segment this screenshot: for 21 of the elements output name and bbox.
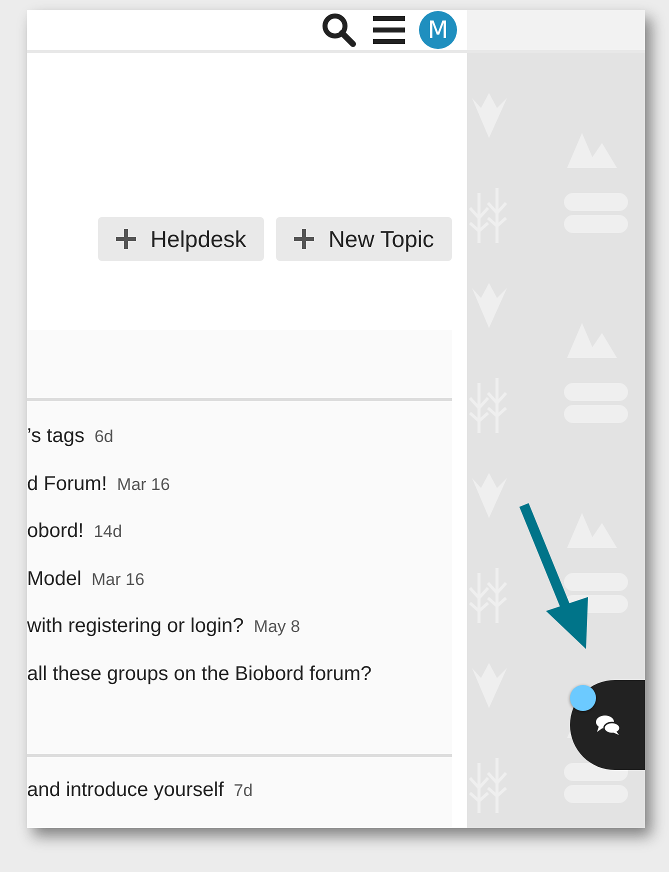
plus-icon	[294, 229, 314, 249]
chat-button[interactable]	[570, 680, 645, 770]
menu-icon[interactable]	[371, 13, 407, 47]
topic-title[interactable]: with registering or login?	[27, 615, 244, 638]
action-button[interactable]: Helpdesk	[98, 217, 264, 261]
user-avatar[interactable]: M	[419, 11, 457, 49]
topic-age: 6d	[94, 427, 114, 447]
chat-bubbles-icon	[594, 714, 620, 736]
topic-age: 14d	[94, 522, 122, 542]
topic-age: Mar 16	[117, 474, 170, 494]
action-button[interactable]: New Topic	[276, 217, 452, 261]
topic-title[interactable]: ’s tags	[27, 425, 84, 448]
topic-title[interactable]: d Forum!	[27, 472, 108, 496]
topic-title[interactable]: all these groups on the Biobord forum?	[27, 662, 372, 686]
topic-title[interactable]: Model	[27, 568, 82, 590]
topic-title[interactable]: and introduce yourself	[27, 779, 224, 802]
topic-age: 7d	[234, 781, 253, 801]
topic-title[interactable]: obord!	[27, 520, 84, 543]
topic-age: Mar 16	[91, 570, 144, 590]
plus-icon	[116, 229, 136, 249]
topic-age: May 8	[254, 617, 300, 637]
